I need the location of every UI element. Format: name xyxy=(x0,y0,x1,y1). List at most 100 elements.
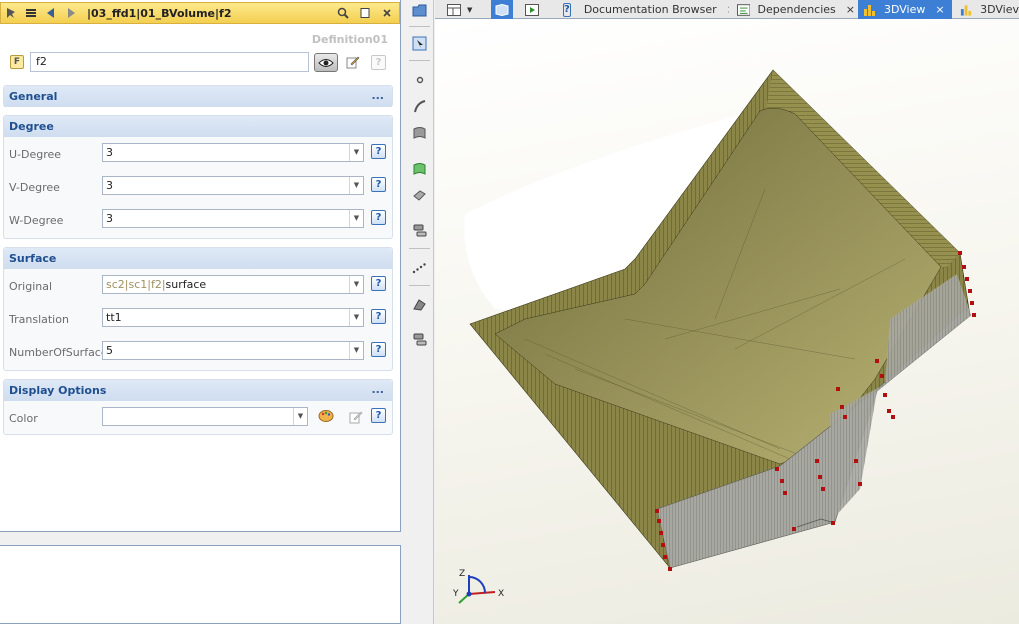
tab-dependencies[interactable]: Dependencies × xyxy=(733,0,855,19)
tab-documentation-browser[interactable]: ? Documentation Browser × xyxy=(559,0,729,19)
help-icon: ? xyxy=(563,2,571,17)
object-path: |03_ffd1|01_BVolume|f2 xyxy=(87,6,232,20)
number-of-surface-combo[interactable]: 5 ▼ xyxy=(102,341,364,360)
forward-arrow-icon[interactable] xyxy=(61,3,81,23)
section-surface-title: Surface xyxy=(9,252,57,265)
surface-tool-icon[interactable] xyxy=(411,124,428,141)
dependencies-icon xyxy=(737,3,751,16)
view-tab-bar: ▼ ? Documentation Browser × Dependencies… xyxy=(435,0,1019,19)
z-axis-label: Z xyxy=(459,569,465,579)
edit-icon[interactable] xyxy=(349,410,363,427)
w-degree-combo[interactable]: 3 ▼ xyxy=(102,209,364,228)
chevron-down-icon[interactable]: ▼ xyxy=(349,309,363,326)
number-of-surface-row: NumberOfSurface 5 ▼ ? xyxy=(4,335,392,368)
section-surface-header[interactable]: Surface xyxy=(4,248,392,269)
chevron-down-icon[interactable]: ▼ xyxy=(349,276,363,293)
number-of-surface-help-button[interactable]: ? xyxy=(371,342,386,357)
edit-icon[interactable] xyxy=(346,55,360,72)
3d-model-canvas[interactable]: Z X Y xyxy=(435,19,1019,624)
translation-help-button[interactable]: ? xyxy=(371,309,386,324)
tab-3dview-2[interactable]: 3DViev xyxy=(955,0,1019,19)
name-field[interactable]: f2 xyxy=(30,52,309,72)
app-window: |03_ffd1|01_BVolume|f2 Definition01 F f2… xyxy=(0,0,1019,624)
tool-separator xyxy=(409,248,430,249)
tab-3dview[interactable]: 3DView × xyxy=(858,0,952,19)
translation-value: tt1 xyxy=(106,311,122,324)
section-general-title: General xyxy=(9,90,58,103)
solid-tool-icon[interactable] xyxy=(411,187,428,204)
parts-tool-icon[interactable] xyxy=(411,331,428,348)
back-arrow-icon[interactable] xyxy=(41,3,61,23)
window-icon[interactable] xyxy=(355,3,375,23)
play-button[interactable] xyxy=(521,0,543,19)
section-general-header[interactable]: General ... xyxy=(4,86,392,107)
close-icon[interactable]: × xyxy=(935,3,944,16)
u-degree-help-button[interactable]: ? xyxy=(371,144,386,159)
chevron-down-icon: ▼ xyxy=(467,5,473,14)
section-general: General ... xyxy=(3,85,393,107)
y-axis-label: Y xyxy=(452,589,459,599)
chevron-down-icon[interactable]: ▼ xyxy=(349,210,363,227)
u-degree-combo[interactable]: 3 ▼ xyxy=(102,143,364,162)
more-button[interactable]: ... xyxy=(371,383,384,396)
function-badge: F xyxy=(10,55,24,69)
menu-icon[interactable] xyxy=(21,3,41,23)
section-display-title: Display Options xyxy=(9,384,107,397)
v-degree-help-button[interactable]: ? xyxy=(371,177,386,192)
layout-menu[interactable]: ▼ xyxy=(447,0,487,19)
folder-icon[interactable] xyxy=(411,2,428,19)
tab-label: 3DView xyxy=(884,3,926,16)
v-degree-value: 3 xyxy=(106,179,113,192)
section-degree-header[interactable]: Degree xyxy=(4,116,392,137)
section-display-header[interactable]: Display Options ... xyxy=(4,380,392,401)
w-degree-value: 3 xyxy=(106,212,113,225)
translation-combo[interactable]: tt1 ▼ xyxy=(102,308,364,327)
section-degree: Degree U-Degree 3 ▼ ? V-Degree 3 ▼ ? W-D… xyxy=(3,115,393,239)
3d-viewport[interactable]: Z X Y xyxy=(435,19,1019,624)
tab-label: Dependencies xyxy=(757,3,836,16)
dotted-line-icon[interactable] xyxy=(411,259,428,276)
face-tool-icon[interactable] xyxy=(411,160,428,177)
original-row: Original sc2|sc1|f2|surface ▼ ? xyxy=(4,269,392,302)
u-degree-label: U-Degree xyxy=(9,148,62,161)
v-degree-combo[interactable]: 3 ▼ xyxy=(102,176,364,195)
more-button[interactable]: ... xyxy=(371,89,384,102)
view-icon xyxy=(495,3,509,16)
color-help-button[interactable]: ? xyxy=(371,408,386,423)
panel-titlebar: |03_ffd1|01_BVolume|f2 xyxy=(0,2,400,24)
search-icon[interactable] xyxy=(333,3,353,23)
property-panel: |03_ffd1|01_BVolume|f2 Definition01 F f2… xyxy=(0,0,401,532)
palette-icon[interactable] xyxy=(318,409,334,426)
definition-label: Definition01 xyxy=(311,33,388,46)
pin-icon[interactable] xyxy=(1,3,21,23)
section-surface: Surface Original sc2|sc1|f2|surface ▼ ? … xyxy=(3,247,393,371)
object-view-button[interactable] xyxy=(491,0,513,19)
measure-tool-icon[interactable] xyxy=(411,296,428,313)
point-tool-icon[interactable] xyxy=(411,71,428,88)
color-label: Color xyxy=(9,412,38,425)
w-degree-help-button[interactable]: ? xyxy=(371,210,386,225)
chevron-down-icon[interactable]: ▼ xyxy=(349,177,363,194)
v-degree-label: V-Degree xyxy=(9,181,60,194)
chevron-down-icon[interactable]: ▼ xyxy=(293,408,307,425)
close-icon[interactable]: × xyxy=(727,3,729,16)
original-help-button[interactable]: ? xyxy=(371,276,386,291)
translation-label: Translation xyxy=(9,313,69,326)
original-combo[interactable]: sc2|sc1|f2|surface ▼ xyxy=(102,275,364,294)
number-of-surface-label: NumberOfSurface xyxy=(9,346,108,359)
chevron-down-icon[interactable]: ▼ xyxy=(349,144,363,161)
select-tool-icon[interactable] xyxy=(411,35,428,52)
v-degree-row: V-Degree 3 ▼ ? xyxy=(4,170,392,203)
number-of-surface-value: 5 xyxy=(106,344,113,357)
close-icon[interactable] xyxy=(377,3,397,23)
close-icon[interactable]: × xyxy=(846,3,855,16)
w-degree-label: W-Degree xyxy=(9,214,64,227)
assembly-tool-icon[interactable] xyxy=(411,222,428,239)
chevron-down-icon[interactable]: ▼ xyxy=(349,342,363,359)
color-combo[interactable]: ▼ xyxy=(102,407,308,426)
visibility-toggle-button[interactable] xyxy=(314,53,338,72)
bar-chart-icon xyxy=(864,4,875,16)
help-button[interactable]: ? xyxy=(371,55,386,70)
section-display-options: Display Options ... Color ▼ ? xyxy=(3,379,393,435)
curve-tool-icon[interactable] xyxy=(411,98,428,115)
